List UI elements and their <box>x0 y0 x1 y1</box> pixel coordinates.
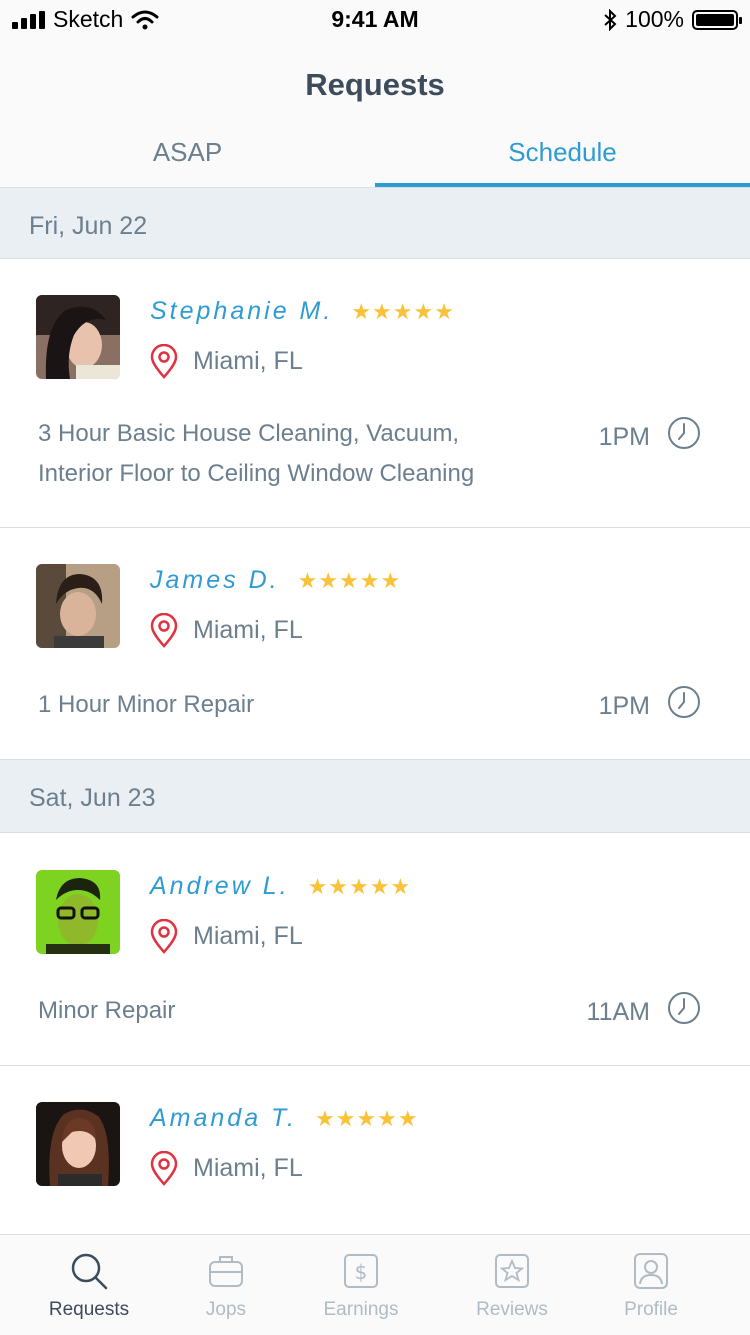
location-text: Miami, FL <box>193 922 303 950</box>
search-icon <box>71 1253 108 1290</box>
battery-percent: 100% <box>625 6 684 32</box>
rating-stars: ★★★★★ <box>297 568 402 593</box>
avatar <box>36 870 120 954</box>
tabbar-label: Earnings <box>323 1299 399 1320</box>
rating-stars: ★★★★★ <box>307 874 412 899</box>
request-card[interactable]: Andrew L. ★★★★★ Miami, FL Minor Repair 11… <box>0 834 750 1066</box>
nav-header: Requests ASAP Schedule <box>0 40 750 188</box>
tabbar-profile[interactable]: Profile <box>576 1235 726 1335</box>
tab-schedule[interactable]: Schedule <box>375 137 750 168</box>
request-card[interactable]: Stephanie M. ★★★★★ Miami, FL 3 Hour Basic… <box>0 259 750 528</box>
tabbar-reviews[interactable]: Reviews <box>437 1235 587 1335</box>
date-section-header: Fri, Jun 22 <box>0 188 750 259</box>
location-text: Miami, FL <box>193 1154 303 1182</box>
briefcase-icon <box>209 1256 243 1287</box>
request-card[interactable]: James D. ★★★★★ Miami, FL 1 Hour Minor Rep… <box>0 528 750 760</box>
customer-name[interactable]: Stephanie M. ★★★★★ <box>150 297 455 326</box>
date-label: Fri, Jun 22 <box>29 212 148 240</box>
location-text: Miami, FL <box>193 616 303 644</box>
request-time: 1PM <box>598 423 650 451</box>
location-pin-icon <box>150 919 178 954</box>
date-label: Sat, Jun 23 <box>29 784 156 812</box>
tabbar-jops[interactable]: Jops <box>151 1235 301 1335</box>
service-description: 1 Hour Minor Repair <box>38 691 255 718</box>
location-text: Miami, FL <box>193 347 303 375</box>
customer-name[interactable]: Andrew L. ★★★★★ <box>150 872 411 901</box>
profile-icon <box>634 1253 668 1289</box>
tab-asap[interactable]: ASAP <box>0 137 375 168</box>
avatar <box>36 1102 120 1186</box>
date-section-header: Sat, Jun 23 <box>0 760 750 833</box>
star-icon <box>495 1254 529 1288</box>
tabbar-requests[interactable]: Requests <box>14 1235 164 1335</box>
service-description: Minor Repair <box>38 997 176 1024</box>
customer-name[interactable]: Amanda T. ★★★★★ <box>150 1104 419 1133</box>
location-pin-icon <box>150 344 178 379</box>
customer-name[interactable]: James D. ★★★★★ <box>150 566 401 595</box>
location-pin-icon <box>150 1151 178 1186</box>
tabbar-label: Requests <box>48 1299 130 1320</box>
tab-active-indicator <box>375 183 750 187</box>
dollar-icon: $ <box>344 1254 378 1288</box>
avatar <box>36 564 120 648</box>
battery-icon <box>692 9 742 30</box>
status-bar: Sketch 9:41 AM 100% <box>0 0 750 40</box>
avatar <box>36 295 120 379</box>
bottom-tab-bar: Requests Jops $ Earnings Reviews Profile <box>0 1234 750 1335</box>
rating-stars: ★★★★★ <box>351 299 455 324</box>
tabbar-label: Profile <box>624 1299 678 1320</box>
tabbar-label: Jops <box>205 1299 247 1320</box>
service-description: 3 Hour Basic House Cleaning, Vacuum, Int… <box>38 420 475 487</box>
location-pin-icon <box>150 613 178 648</box>
clock-icon <box>668 992 700 1024</box>
bluetooth-icon <box>604 8 617 31</box>
request-time: 1PM <box>598 692 650 720</box>
clock-icon <box>668 417 700 449</box>
status-right: 100% <box>603 6 742 33</box>
page-title: Requests <box>305 67 445 102</box>
request-time: 11AM <box>586 998 650 1026</box>
rating-stars: ★★★★★ <box>314 1106 419 1131</box>
tabbar-earnings[interactable]: $ Earnings <box>286 1235 436 1335</box>
clock-icon <box>668 686 700 718</box>
svg-text:$: $ <box>355 1260 368 1284</box>
tabbar-label: Reviews <box>476 1299 548 1320</box>
